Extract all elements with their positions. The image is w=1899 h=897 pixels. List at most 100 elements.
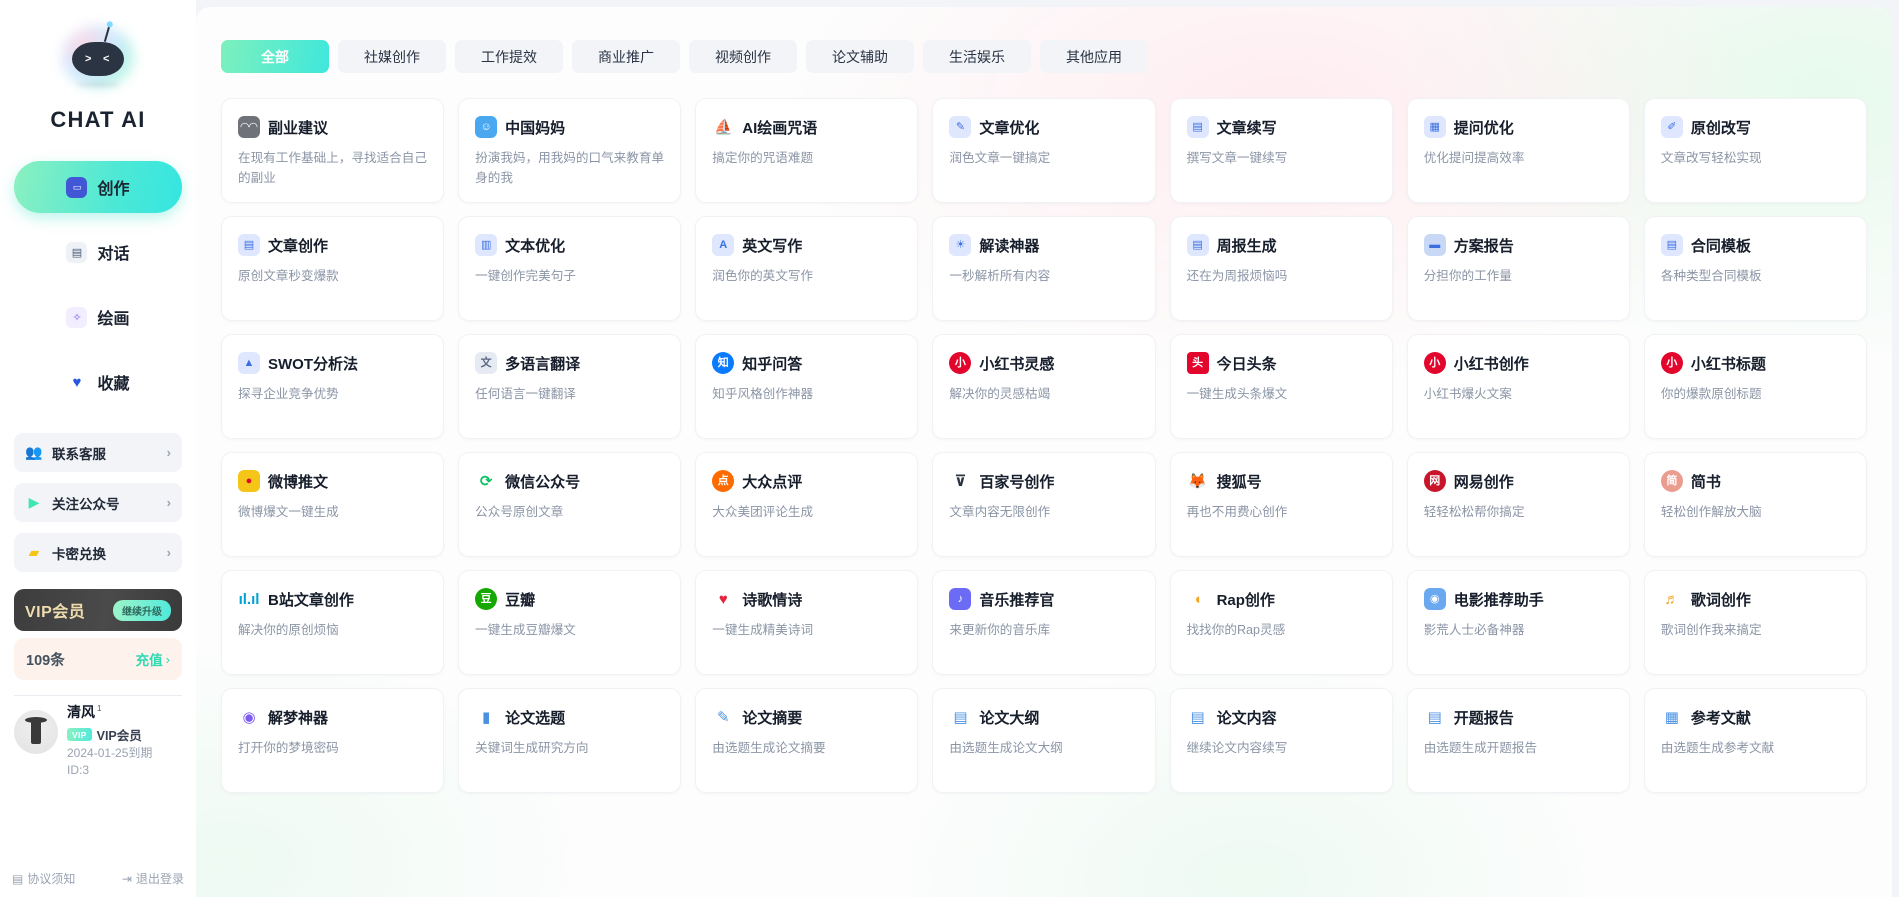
sidebar-item-draw[interactable]: ✧ 绘画 [14,291,182,343]
tool-card[interactable]: ⊽ 百家号创作 文章内容无限创作 [932,452,1156,557]
status-badge: VIP [67,728,92,741]
tab-3[interactable]: 商业推广 [572,40,680,73]
link-contact-support[interactable]: 👥 联系客服 › [14,433,182,472]
tool-card[interactable]: ▬ 方案报告 分担你的工作量 [1406,216,1630,321]
tool-card[interactable]: ▤ 文章创作 原创文章秒变爆款 [221,216,445,321]
tool-card[interactable]: ✎ 论文摘要 由选题生成论文摘要 [695,688,919,793]
tool-card[interactable]: ıl.ıl B站文章创作 解决你的原创烦恼 [221,570,445,675]
tool-card[interactable]: ⛵ AI绘画咒语 搞定你的咒语难题 [695,98,919,203]
card-title: SWOT分析法 [268,355,358,373]
card-description: 轻松创作解放大脑 [1660,505,1762,519]
card-header: ✎ 论文摘要 [712,706,901,728]
tool-card[interactable]: 头今日头条 一键生成头条爆文 [1169,334,1393,439]
tool-card[interactable]: ▤ 合同模板 各种类型合同模板 [1643,216,1867,321]
link-follow-official-account[interactable]: ▶ 关注公众号 › [14,483,182,522]
card-description: 小红书爆火文案 [1423,387,1512,401]
tool-card[interactable]: ☺ 中国妈妈 扮演我妈，用我妈的口气来教育单身的我 [458,98,682,203]
tab-6[interactable]: 生活娱乐 [923,40,1031,73]
tool-card[interactable]: 文多语言翻译 任何语言一键翻译 [458,334,682,439]
tab-4[interactable]: 视频创作 [689,40,797,73]
card-header: 🦊 搜狐号 [1186,470,1376,492]
card-header: ☀ 解读神器 [949,234,1138,256]
tool-card[interactable]: ▤ 周报生成 还在为周报烦恼吗 [1169,216,1393,321]
tool-card[interactable]: ▲ SWOT分析法 探寻企业竞争优势 [221,334,445,439]
sidebar-item-chat[interactable]: ▤ 对话 [14,226,182,278]
tool-card[interactable]: 简简书 轻松创作解放大脑 [1643,452,1867,557]
card-header: ▤ 周报生成 [1186,234,1376,256]
primary-nav: ▭ 创作 ▤ 对话 ✧ 绘画 ♥ 收藏 [0,161,196,421]
card-title: 文章创作 [268,237,329,255]
vip-membership-card[interactable]: VIP会员 继续升级 [14,589,182,631]
vip-upgrade-button[interactable]: 继续升级 [113,599,171,621]
tool-card[interactable]: ▦ 提问优化 优化提问提高效率 [1406,98,1630,203]
tool-card[interactable]: ▤ 开题报告 由选题生成开题报告 [1406,688,1630,793]
tool-card[interactable]: 豆豆瓣 一键生成豆瓣爆文 [458,570,682,675]
tool-card[interactable]: ✎ 文章优化 润色文章一键搞定 [932,98,1156,203]
tool-card[interactable]: 小小红书灵感 解决你的灵感枯竭 [932,334,1156,439]
tool-card[interactable]: ◉ 解梦神器 打开你的梦境密码 [221,688,445,793]
agreement-link[interactable]: ▤ 协议须知 [12,870,75,887]
tab-2[interactable]: 工作提效 [455,40,563,73]
tab-1[interactable]: 社媒创作 [338,40,446,73]
tool-card[interactable]: 小小红书标题 你的爆款原创标题 [1643,334,1867,439]
tool-card[interactable]: ▤ 文章续写 撰写文章一键续写 [1169,98,1393,203]
card-header: ✎ 文章优化 [949,116,1138,138]
tool-card[interactable]: ☀ 解读神器 一秒解析所有内容 [932,216,1156,321]
card-description: 一键生成豆瓣爆文 [475,623,576,637]
user-profile[interactable]: 清风 1 VIP VIP会员 2024-01-25到期 ID:3 [14,702,182,778]
tool-card[interactable]: ● 微博推文 微博爆文一键生成 [221,452,445,557]
profile-id: ID:3 [67,763,90,778]
card-header: 头今日头条 [1186,352,1376,374]
tool-card[interactable]: ♥ 诗歌情诗 一键生成精美诗词 [695,570,919,675]
card-title: 微信公众号 [505,473,581,491]
tool-card[interactable]: ▦ 参考文献 由选题生成参考文献 [1643,688,1867,793]
tool-card[interactable]: ▤ 论文大纲 由选题生成论文大纲 [932,688,1156,793]
card-header: ▤ 开题报告 [1423,706,1613,728]
tool-card[interactable]: ◠◠ 副业建议 在现有工作基础上，寻找适合自己的副业 [221,98,445,203]
sidebar-item-favorites[interactable]: ♥ 收藏 [14,356,182,408]
tool-card[interactable]: ♪ 音乐推荐官 来更新你的音乐库 [932,570,1156,675]
tool-card[interactable]: ✐ 原创改写 文章改写轻松实现 [1643,98,1867,203]
tool-card[interactable]: 点大众点评 大众美团评论生成 [695,452,919,557]
tool-card[interactable]: ▥ 文本优化 一键创作完美句子 [458,216,682,321]
heart-red-icon: ♥ [712,588,735,610]
card-description: 来更新你的音乐库 [949,623,1051,637]
chevron-right-icon: › [166,495,171,510]
card-header: ıl.ıl B站文章创作 [238,588,427,610]
card-title: 提问优化 [1453,119,1514,137]
lightbulb-icon: ☀ [949,234,972,256]
card-title: 论文选题 [505,709,566,727]
link-card-redeem[interactable]: ▰ 卡密兑换 › [14,533,182,572]
card-header: ▲ SWOT分析法 [238,352,427,374]
credit-balance-card[interactable]: 109条 充值 › [14,638,182,680]
tool-card[interactable]: ⟳ 微信公众号 公众号原创文章 [458,452,682,557]
sidebar-item-label: 对话 [97,246,130,263]
card-header: 文多语言翻译 [475,352,664,374]
card-description: 在现有工作基础上，寻找适合自己的副业 [238,151,427,185]
tool-card[interactable]: 小小红书创作 小红书爆火文案 [1406,334,1630,439]
card-header: ▤ 文章续写 [1186,116,1376,138]
tool-card[interactable]: 网网易创作轻轻松松帮你搞定 [1406,452,1630,557]
tool-card[interactable]: 知知乎问答 知乎风格创作神器 [695,334,919,439]
doc-question-icon: ▦ [1423,116,1446,138]
toutiao-icon: 头 [1186,352,1209,374]
logout-link[interactable]: ⇥ 退出登录 [122,870,184,887]
tool-card[interactable]: ◉ 电影推荐助手 影荒人士必备神器 [1406,570,1630,675]
card-header: 网网易创作 [1423,470,1613,492]
card-title: 搜狐号 [1216,473,1262,491]
card-title: 微博推文 [268,473,329,491]
sidebar-item-create[interactable]: ▭ 创作 [14,161,182,213]
card-title: 论文大纲 [979,709,1040,727]
recharge-button[interactable]: 充值 [136,649,163,669]
tool-card[interactable]: ▮ 论文选题 关键词生成研究方向 [458,688,682,793]
tab-5[interactable]: 论文辅助 [806,40,914,73]
tab-0[interactable]: 全部 [221,40,329,73]
tool-card[interactable]: 🦊 搜狐号 再也不用费心创作 [1169,452,1393,557]
tool-card[interactable]: A 英文写作 润色你的英文写作 [695,216,919,321]
tool-card[interactable]: ◖ Rap创作 找找你的Rap灵感 [1169,570,1393,675]
card-description: 轻轻松松帮你搞定 [1423,505,1525,519]
sidebar-footer: ▤ 协议须知 ⇥ 退出登录 [0,870,196,887]
tab-7[interactable]: 其他应用 [1040,40,1148,73]
tool-card[interactable]: ♬ 歌词创作 歌词创作我来搞定 [1643,570,1867,675]
tool-card[interactable]: ▤ 论文内容 继续论文内容续写 [1169,688,1393,793]
